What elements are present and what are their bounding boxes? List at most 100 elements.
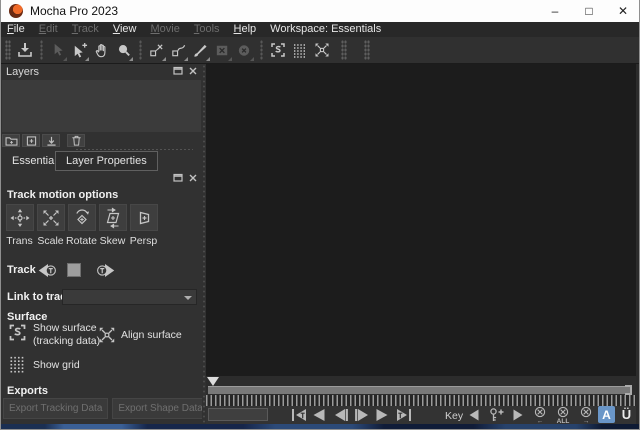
- motion-rotate-button[interactable]: [68, 204, 96, 231]
- delete-all-keyframes-button[interactable]: ALL: [555, 406, 571, 424]
- timeline-scrollbar[interactable]: [208, 386, 632, 394]
- delete-keyframes-left-button[interactable]: ←: [532, 406, 548, 424]
- zoom-tool-button[interactable]: [113, 39, 134, 62]
- go-to-end-button[interactable]: [396, 408, 412, 422]
- autokey-toggle-button[interactable]: A: [598, 406, 615, 423]
- layers-toolbar: [2, 134, 85, 147]
- brush-icon: [192, 42, 209, 59]
- play-forward-button[interactable]: [375, 408, 389, 422]
- link-to-track-select[interactable]: [62, 289, 197, 305]
- app-logo-icon: [9, 4, 23, 18]
- label-skew: Skew: [97, 235, 128, 247]
- align-surface-label: Align surface: [121, 329, 182, 342]
- essentials-panel-header: [0, 171, 202, 186]
- show-grid-icon: [291, 41, 309, 59]
- show-grid-button[interactable]: [7, 353, 28, 374]
- brush-tool-button[interactable]: [190, 39, 211, 62]
- play-forward-icon: [375, 408, 389, 422]
- show-surface-button[interactable]: [7, 322, 28, 343]
- motion-trans-button[interactable]: [6, 204, 34, 231]
- show-surface-toolbar-button[interactable]: [267, 39, 288, 62]
- float-panel-icon[interactable]: [173, 66, 183, 75]
- track-forward-button[interactable]: [93, 262, 117, 279]
- close-button[interactable]: ✕: [606, 0, 640, 22]
- close-panel-icon[interactable]: [189, 67, 197, 75]
- translate-icon: [8, 207, 32, 229]
- zoom-icon: [115, 42, 132, 59]
- tab-layer-properties[interactable]: Layer Properties: [55, 151, 158, 171]
- move-layer-down-button[interactable]: [42, 134, 60, 147]
- next-keyframe-button[interactable]: [512, 409, 524, 421]
- add-point-bezier-button[interactable]: [168, 39, 189, 62]
- go-to-start-button[interactable]: [291, 408, 307, 422]
- toolbar-separator: [40, 40, 43, 60]
- timeline: [206, 376, 636, 406]
- toolbar-separator: [260, 40, 263, 60]
- save-button[interactable]: [14, 39, 35, 62]
- delete-rect-icon: [214, 42, 231, 59]
- pointer-tool-button: [47, 39, 68, 62]
- show-grid-label: Show grid: [33, 359, 80, 372]
- toolbar-grip[interactable]: [5, 40, 11, 60]
- delete-all-keyframes-icon: [557, 406, 569, 418]
- delete-layer-button[interactable]: [67, 134, 85, 147]
- delete-keyframes-right-button[interactable]: →: [578, 406, 594, 424]
- float-panel-icon[interactable]: [173, 173, 183, 182]
- motion-skew-button[interactable]: [99, 204, 127, 231]
- skew-icon: [101, 207, 125, 229]
- add-point-xspline-button[interactable]: [146, 39, 167, 62]
- timeline-end-handle[interactable]: [625, 385, 632, 395]
- label-scale: Scale: [35, 235, 66, 247]
- layers-panel-header: Layers: [0, 64, 202, 79]
- viewer-canvas[interactable]: [206, 64, 636, 376]
- menu-workspace[interactable]: Workspace: Essentials: [263, 22, 388, 37]
- titlebar: Mocha Pro 2023 – □ ✕: [0, 0, 640, 22]
- layers-panel-title: Layers: [0, 66, 39, 78]
- step-backward-button[interactable]: [333, 408, 349, 422]
- desktop-background: [0, 424, 640, 430]
- pointer-icon: [49, 42, 66, 59]
- align-surface-toolbar-button[interactable]: [311, 39, 332, 62]
- main-toolbar: [0, 37, 640, 64]
- menu-file[interactable]: File: [0, 22, 32, 37]
- menu-tools: Tools: [187, 22, 227, 37]
- play-backward-button[interactable]: [312, 408, 326, 422]
- close-panel-icon[interactable]: [189, 174, 197, 182]
- toolbar-separator: [139, 40, 142, 60]
- motion-scale-button[interactable]: [37, 204, 65, 231]
- window-title: Mocha Pro 2023: [30, 0, 118, 22]
- label-rotate: Rotate: [66, 235, 97, 247]
- menu-view[interactable]: View: [106, 22, 144, 37]
- add-point-bezier-icon: [170, 42, 187, 59]
- previous-keyframe-icon: [468, 409, 480, 421]
- pan-tool-button[interactable]: [91, 39, 112, 62]
- toolbar-grip[interactable]: [364, 40, 370, 60]
- toolbar-grip[interactable]: [341, 40, 347, 60]
- delete-ellipse-button: [234, 39, 255, 62]
- motion-persp-button[interactable]: [130, 204, 158, 231]
- new-layer-group-button[interactable]: [2, 134, 20, 147]
- pointer-add-tool-button[interactable]: [69, 39, 90, 62]
- menubar: File Edit Track View Movie Tools Help Wo…: [0, 22, 640, 37]
- align-surface-button[interactable]: [97, 325, 117, 345]
- menu-help[interactable]: Help: [227, 22, 264, 37]
- uberkey-toggle-button[interactable]: Ü: [619, 406, 634, 423]
- next-keyframe-icon: [512, 409, 524, 421]
- frame-number-input[interactable]: [208, 408, 268, 421]
- previous-keyframe-button[interactable]: [468, 409, 480, 421]
- track-stop-button[interactable]: [67, 263, 81, 277]
- add-keyframe-button[interactable]: [488, 407, 505, 423]
- add-layer-button[interactable]: [22, 134, 40, 147]
- minimize-button[interactable]: –: [538, 0, 572, 22]
- menu-edit: Edit: [32, 22, 65, 37]
- playhead-marker[interactable]: [207, 377, 219, 386]
- step-forward-button[interactable]: [354, 408, 370, 422]
- layers-list[interactable]: [2, 80, 201, 132]
- track-backward-button[interactable]: [36, 262, 60, 279]
- frame-ruler[interactable]: [206, 395, 636, 406]
- export-buttons: Export Tracking Data Export Shape Data: [3, 398, 209, 419]
- maximize-button[interactable]: □: [572, 0, 606, 22]
- move-layer-down-icon: [46, 136, 57, 146]
- show-grid-toolbar-button[interactable]: [289, 39, 310, 62]
- dock-tab-bar: Essentials Layer Properties: [0, 151, 202, 171]
